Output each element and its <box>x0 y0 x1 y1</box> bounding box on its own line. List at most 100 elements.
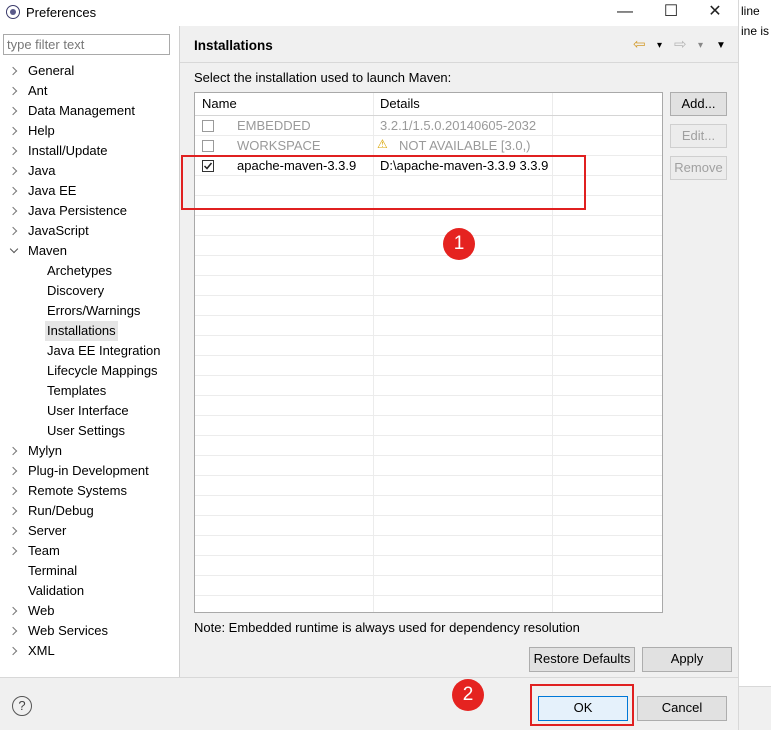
installation-details: 3.2.1/1.5.0.20140605-2032 <box>380 118 537 133</box>
highlight-box-installation <box>181 155 586 210</box>
tree-item-label: Validation <box>28 583 85 598</box>
tree-item-label: Run/Debug <box>28 503 94 518</box>
help-icon[interactable]: ? <box>12 696 32 716</box>
tree-item-label: Templates <box>47 383 107 398</box>
cancel-button[interactable]: Cancel <box>637 696 727 721</box>
chevron-right-icon[interactable] <box>8 526 18 536</box>
forward-arrow-icon[interactable]: ⇨ <box>674 35 687 53</box>
tree-item[interactable]: Terminal <box>0 561 178 581</box>
background-text: ine is <box>741 24 770 38</box>
chevron-right-icon[interactable] <box>8 506 18 516</box>
tree-item[interactable]: Team <box>0 541 178 561</box>
chevron-right-icon[interactable] <box>8 546 18 556</box>
chevron-down-icon[interactable]: ▾ <box>698 40 703 51</box>
column-header-name[interactable]: Name <box>202 96 237 111</box>
tree-item[interactable]: Lifecycle Mappings <box>0 361 178 381</box>
apply-button[interactable]: Apply <box>642 647 732 672</box>
column-header-details[interactable]: Details <box>380 96 420 111</box>
tree-item[interactable]: Java <box>0 161 178 181</box>
chevron-down-icon[interactable] <box>9 244 19 254</box>
chevron-right-icon[interactable] <box>8 486 18 496</box>
installation-checkbox[interactable] <box>202 120 214 132</box>
tree-item[interactable]: Java Persistence <box>0 201 178 221</box>
maximize-button[interactable]: ☐ <box>648 0 694 26</box>
tree-item[interactable]: Mylyn <box>0 441 178 461</box>
tree-item[interactable]: Server <box>0 521 178 541</box>
warning-icon: ⚠ <box>377 137 388 151</box>
tree-item-label: User Interface <box>47 403 129 418</box>
tree-item-label: Errors/Warnings <box>47 303 141 318</box>
installation-checkbox[interactable] <box>202 140 214 152</box>
background-window-edge: line ine is <box>738 0 771 729</box>
restore-defaults-button[interactable]: Restore Defaults <box>529 647 635 672</box>
installation-details: NOT AVAILABLE [3.0,) <box>399 138 531 153</box>
chevron-right-icon[interactable] <box>8 126 18 136</box>
chevron-right-icon[interactable] <box>8 466 18 476</box>
tree-item[interactable]: Run/Debug <box>0 501 178 521</box>
tree-item-label: XML <box>28 643 55 658</box>
chevron-right-icon[interactable] <box>8 606 18 616</box>
chevron-right-icon[interactable] <box>8 626 18 636</box>
view-menu-icon[interactable]: ▼ <box>716 40 726 51</box>
divider <box>180 62 738 63</box>
tree-item[interactable]: Errors/Warnings <box>0 301 178 321</box>
title-bar: Preferences — ☐ ✕ <box>0 0 738 26</box>
chevron-right-icon[interactable] <box>8 106 18 116</box>
tree-item-label: Java EE Integration <box>47 343 161 358</box>
tree-item[interactable]: Help <box>0 121 178 141</box>
step-marker-1: 1 <box>443 228 475 260</box>
filter-input[interactable] <box>3 34 170 55</box>
tree-item-label: Discovery <box>47 283 105 298</box>
tree-item-label: Plug-in Development <box>28 463 149 478</box>
close-button[interactable]: ✕ <box>692 0 738 26</box>
tree-item[interactable]: Web Services <box>0 621 178 641</box>
tree-item[interactable]: Data Management <box>0 101 178 121</box>
tree-item[interactable]: Java EE Integration <box>0 341 178 361</box>
tree-item[interactable]: Maven <box>0 241 178 261</box>
chevron-right-icon[interactable] <box>8 146 18 156</box>
tree-item-label: Java <box>28 163 56 178</box>
chevron-right-icon[interactable] <box>8 66 18 76</box>
tree-item[interactable]: Archetypes <box>0 261 178 281</box>
tree-item[interactable]: Validation <box>0 581 178 601</box>
tree-item[interactable]: User Interface <box>0 401 178 421</box>
chevron-right-icon[interactable] <box>8 86 18 96</box>
add-button[interactable]: Add... <box>670 92 727 116</box>
tree-item-label: Data Management <box>28 103 135 118</box>
chevron-right-icon[interactable] <box>8 206 18 216</box>
tree-item[interactable]: Installations <box>0 321 178 341</box>
tree-item-label: Web Services <box>28 623 108 638</box>
chevron-right-icon[interactable] <box>8 186 18 196</box>
page-title: Installations <box>194 38 273 53</box>
tree-item-label: JavaScript <box>28 223 89 238</box>
tree-item[interactable]: Discovery <box>0 281 178 301</box>
tree-item[interactable]: General <box>0 61 178 81</box>
remove-button[interactable]: Remove <box>670 156 727 180</box>
installation-name[interactable]: EMBEDDED <box>237 118 311 133</box>
tree-item[interactable]: Install/Update <box>0 141 178 161</box>
tree-item-label: Server <box>28 523 67 538</box>
installation-name[interactable]: WORKSPACE <box>237 138 321 153</box>
tree-item-label: Java EE <box>28 183 77 198</box>
back-arrow-icon[interactable]: ⇦ <box>633 35 646 53</box>
tree-item-label: Remote Systems <box>28 483 127 498</box>
window-title: Preferences <box>26 5 97 20</box>
tree-item[interactable]: JavaScript <box>0 221 178 241</box>
chevron-right-icon[interactable] <box>8 446 18 456</box>
chevron-down-icon[interactable]: ▾ <box>657 40 662 51</box>
tree-item[interactable]: Templates <box>0 381 178 401</box>
tree-item[interactable]: Plug-in Development <box>0 461 178 481</box>
tree-item[interactable]: Java EE <box>0 181 178 201</box>
chevron-right-icon[interactable] <box>8 166 18 176</box>
tree-item[interactable]: Remote Systems <box>0 481 178 501</box>
tree-item[interactable]: User Settings <box>0 421 178 441</box>
tree-item-label: General <box>28 63 75 78</box>
tree-item[interactable]: Ant <box>0 81 178 101</box>
tree-item[interactable]: XML <box>0 641 178 661</box>
chevron-right-icon[interactable] <box>8 226 18 236</box>
chevron-right-icon[interactable] <box>8 646 18 656</box>
minimize-button[interactable]: — <box>602 0 648 26</box>
tree-item[interactable]: Web <box>0 601 178 621</box>
tree-item-label: Team <box>28 543 60 558</box>
edit-button[interactable]: Edit... <box>670 124 727 148</box>
